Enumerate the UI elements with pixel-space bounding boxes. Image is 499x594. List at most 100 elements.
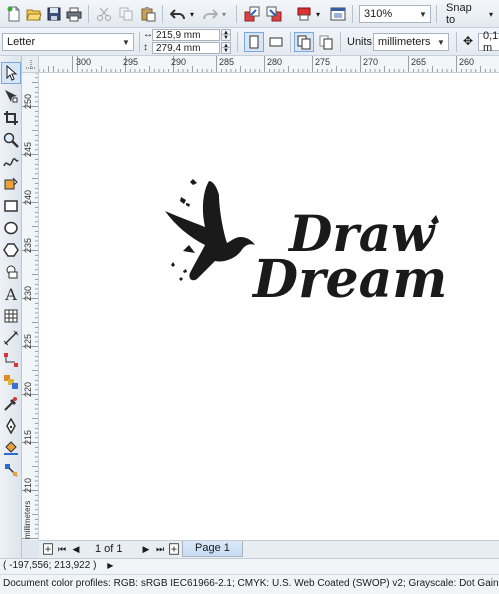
crop-tool-icon[interactable] bbox=[1, 107, 21, 129]
width-spin-down-icon[interactable]: ▼ bbox=[221, 34, 231, 41]
export-icon[interactable] bbox=[264, 4, 284, 24]
cut-icon[interactable] bbox=[94, 4, 114, 24]
v-ruler-label: 230 bbox=[23, 285, 33, 301]
new-document-icon[interactable] bbox=[4, 4, 24, 24]
zoom-tool-icon[interactable] bbox=[1, 129, 21, 151]
undo-icon[interactable] bbox=[168, 4, 188, 24]
application-launcher-icon[interactable] bbox=[328, 4, 348, 24]
chevron-down-icon: ▾ bbox=[488, 9, 493, 19]
publish-dropdown-chevron-icon[interactable]: ▾ bbox=[312, 4, 324, 24]
landscape-orientation-icon[interactable] bbox=[266, 32, 286, 52]
page-tab[interactable]: Page 1 bbox=[182, 541, 243, 557]
h-ruler-label: 295 bbox=[123, 57, 139, 67]
eyedropper-tool-icon[interactable] bbox=[1, 393, 21, 415]
ruler-units-label: millimeters bbox=[23, 500, 32, 539]
draw-dream-artwork[interactable]: Draw Dream bbox=[161, 179, 451, 304]
color-profile-status-bar: Document color profiles: RGB: sRGB IEC61… bbox=[0, 574, 499, 594]
paste-icon[interactable] bbox=[138, 4, 158, 24]
color-profiles-text[interactable]: Document color profiles: RGB: sRGB IEC61… bbox=[3, 578, 499, 589]
open-icon[interactable] bbox=[24, 4, 44, 24]
h-ruler-label: 260 bbox=[459, 57, 475, 67]
v-ruler-label: 215 bbox=[23, 429, 33, 445]
page-size-value: Letter bbox=[7, 36, 36, 48]
h-ruler-label: 275 bbox=[315, 57, 331, 67]
h-ruler-label: 265 bbox=[411, 57, 427, 67]
cursor-coordinates: ( -197,556; 213,922 ) bbox=[3, 560, 97, 571]
standard-toolbar: ▾ ▾ ▾ 310% ▼ Snap to ▾ bbox=[0, 0, 499, 28]
pick-tool-icon[interactable] bbox=[1, 62, 21, 84]
save-icon[interactable] bbox=[44, 4, 64, 24]
table-tool-icon[interactable] bbox=[1, 305, 21, 327]
current-page-icon[interactable] bbox=[316, 32, 336, 52]
h-ruler-label: 290 bbox=[171, 57, 187, 67]
fill-tool-icon[interactable] bbox=[1, 437, 21, 459]
basic-shapes-icon[interactable] bbox=[1, 261, 21, 283]
horizontal-ruler[interactable]: 300 295 290 285 280 275 270 265 260 bbox=[39, 56, 499, 73]
blend-tool-icon[interactable] bbox=[1, 371, 21, 393]
v-ruler-label: 235 bbox=[23, 237, 33, 253]
add-page-before-icon[interactable] bbox=[41, 541, 55, 557]
drawing-canvas[interactable]: Draw Dream bbox=[39, 73, 499, 540]
zoom-level-combo[interactable]: 310% ▼ bbox=[359, 5, 431, 23]
status-expand-arrow-icon[interactable]: ▶ bbox=[107, 561, 113, 570]
import-icon[interactable] bbox=[242, 4, 262, 24]
dove-illustration bbox=[165, 181, 255, 281]
ruler-origin-corner[interactable] bbox=[22, 56, 39, 73]
units-value: millimeters bbox=[378, 36, 431, 48]
page-navigator: ⏮ ◀ 1 of 1 ▶ ⏭ Page 1 bbox=[39, 540, 499, 558]
h-ruler-label: 270 bbox=[363, 57, 379, 67]
zoom-level-value: 310% bbox=[364, 8, 393, 20]
copy-icon[interactable] bbox=[116, 4, 136, 24]
v-ruler-label: 250 bbox=[23, 93, 33, 109]
v-ruler-label: 220 bbox=[23, 381, 33, 397]
chevron-down-icon[interactable]: ▼ bbox=[434, 34, 448, 50]
snap-to-button[interactable]: Snap to ▾ bbox=[440, 2, 499, 26]
height-spin-down-icon[interactable]: ▼ bbox=[221, 47, 231, 54]
page-count: 1 of 1 bbox=[95, 543, 123, 555]
connector-tool-icon[interactable] bbox=[1, 349, 21, 371]
publish-pdf-icon[interactable] bbox=[294, 4, 314, 24]
last-page-icon[interactable]: ⏭ bbox=[153, 541, 167, 557]
ellipse-tool-icon[interactable] bbox=[1, 217, 21, 239]
v-ruler-label: 210 bbox=[23, 477, 33, 493]
redo-icon[interactable] bbox=[200, 4, 220, 24]
page-height-field[interactable]: 279,4 mm bbox=[152, 42, 220, 54]
print-icon[interactable] bbox=[64, 4, 84, 24]
first-page-icon[interactable]: ⏮ bbox=[55, 541, 69, 557]
smart-fill-icon[interactable] bbox=[1, 173, 21, 195]
h-ruler-label: 300 bbox=[76, 57, 92, 67]
toolbox: A bbox=[0, 56, 22, 558]
rectangle-tool-icon[interactable] bbox=[1, 195, 21, 217]
vertical-ruler[interactable]: 250 245 240 235 230 225 220 215 210 mill… bbox=[22, 73, 39, 540]
add-page-after-icon[interactable] bbox=[167, 541, 181, 557]
portrait-orientation-icon[interactable] bbox=[244, 32, 264, 52]
v-ruler-label: 240 bbox=[23, 189, 33, 205]
height-icon: ↕ bbox=[143, 42, 148, 53]
units-select[interactable]: millimeters ▼ bbox=[373, 33, 449, 51]
property-bar: Letter ▼ ↔ 215,9 mm ▲ ▼ ↕ 279,4 mm ▲ ▼ U… bbox=[0, 28, 499, 56]
redo-dropdown-chevron-icon[interactable]: ▾ bbox=[218, 4, 230, 24]
outline-pen-icon[interactable] bbox=[1, 415, 21, 437]
previous-page-icon[interactable]: ◀ bbox=[69, 541, 83, 557]
freehand-tool-icon[interactable] bbox=[1, 151, 21, 173]
artwork-line-dream: Dream bbox=[251, 249, 447, 304]
shape-tool-icon[interactable] bbox=[1, 85, 21, 107]
dimension-tool-icon[interactable] bbox=[1, 327, 21, 349]
page-size-select[interactable]: Letter ▼ bbox=[2, 33, 134, 51]
all-pages-icon[interactable] bbox=[294, 32, 314, 52]
interactive-fill-icon[interactable] bbox=[1, 459, 21, 481]
h-ruler-label: 280 bbox=[267, 57, 283, 67]
polygon-tool-icon[interactable] bbox=[1, 239, 21, 261]
chevron-down-icon[interactable]: ▼ bbox=[416, 6, 430, 22]
undo-dropdown-chevron-icon[interactable]: ▾ bbox=[186, 4, 198, 24]
nudge-distance-field[interactable]: 0,1 m bbox=[478, 30, 499, 54]
units-label: Units: bbox=[347, 36, 376, 48]
page-width-field[interactable]: 215,9 mm bbox=[152, 29, 220, 41]
next-page-icon[interactable]: ▶ bbox=[139, 541, 153, 557]
v-ruler-label: 245 bbox=[23, 141, 33, 157]
text-tool-icon[interactable]: A bbox=[1, 283, 21, 305]
v-ruler-label: 225 bbox=[23, 333, 33, 349]
chevron-down-icon[interactable]: ▼ bbox=[119, 34, 133, 50]
nudge-distance-value: 0,1 m bbox=[483, 30, 499, 54]
snap-to-label: Snap to bbox=[446, 2, 472, 26]
